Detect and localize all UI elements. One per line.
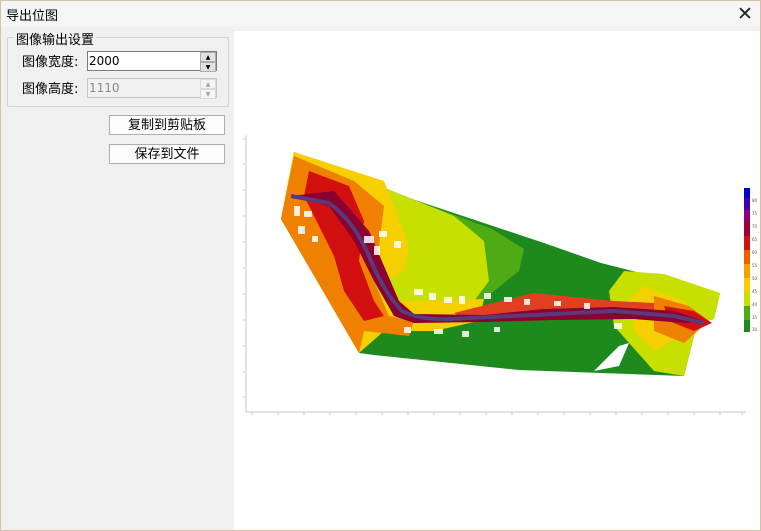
legend-tick: 55 [752,263,758,268]
height-spinbox: ▲ ▼ [87,78,217,99]
export-bitmap-dialog: 导出位图 ✕ 图像输出设置 图像宽度: ▲ ▼ 图像高度: ▲ ▼ [0,0,761,531]
title-bar: 导出位图 ✕ [1,1,760,27]
legend-tick: 75 [752,211,758,216]
noise-map-preview: 80 75 70 65 60 55 50 45 40 35 30 [243,135,758,415]
legend-tick: 40 [752,302,758,307]
window-title: 导出位图 [6,9,59,24]
close-icon: ✕ [737,3,753,25]
arrow-down-icon: ▼ [205,90,211,98]
width-input[interactable] [88,52,201,70]
copy-to-clipboard-button[interactable]: 复制到剪贴板 [109,115,225,135]
legend-tick: 65 [752,237,758,242]
width-spinbox[interactable]: ▲ ▼ [87,51,217,72]
width-decrement-button[interactable]: ▼ [200,62,216,72]
height-decrement-button: ▼ [200,89,216,99]
noise-contour-map [281,152,720,376]
legend-tick: 30 [752,327,758,332]
width-increment-button[interactable]: ▲ [200,52,216,62]
width-label: 图像宽度: [22,55,79,70]
height-input [88,79,201,97]
close-button[interactable]: ✕ [730,1,760,27]
height-increment-button: ▲ [200,79,216,89]
settings-panel: 图像输出设置 图像宽度: ▲ ▼ 图像高度: ▲ ▼ 复制到剪贴板 保存到文件 [1,27,233,530]
legend-tick: 60 [752,250,758,255]
height-label: 图像高度: [22,82,79,97]
arrow-down-icon: ▼ [205,63,211,71]
legend-tick: 80 [752,198,758,203]
noise-legend-colorbar [744,188,750,332]
legend-tick: 35 [752,315,758,320]
legend-tick: 70 [752,224,758,229]
legend-tick: 50 [752,276,758,281]
preview-panel: 80 75 70 65 60 55 50 45 40 35 30 [234,31,760,530]
arrow-up-icon: ▲ [205,53,211,61]
save-to-file-button[interactable]: 保存到文件 [109,144,225,164]
legend-tick: 45 [752,289,758,294]
image-output-settings-group: 图像输出设置 图像宽度: ▲ ▼ 图像高度: ▲ ▼ [7,29,229,107]
group-title: 图像输出设置 [14,29,97,48]
arrow-up-icon: ▲ [205,80,211,88]
